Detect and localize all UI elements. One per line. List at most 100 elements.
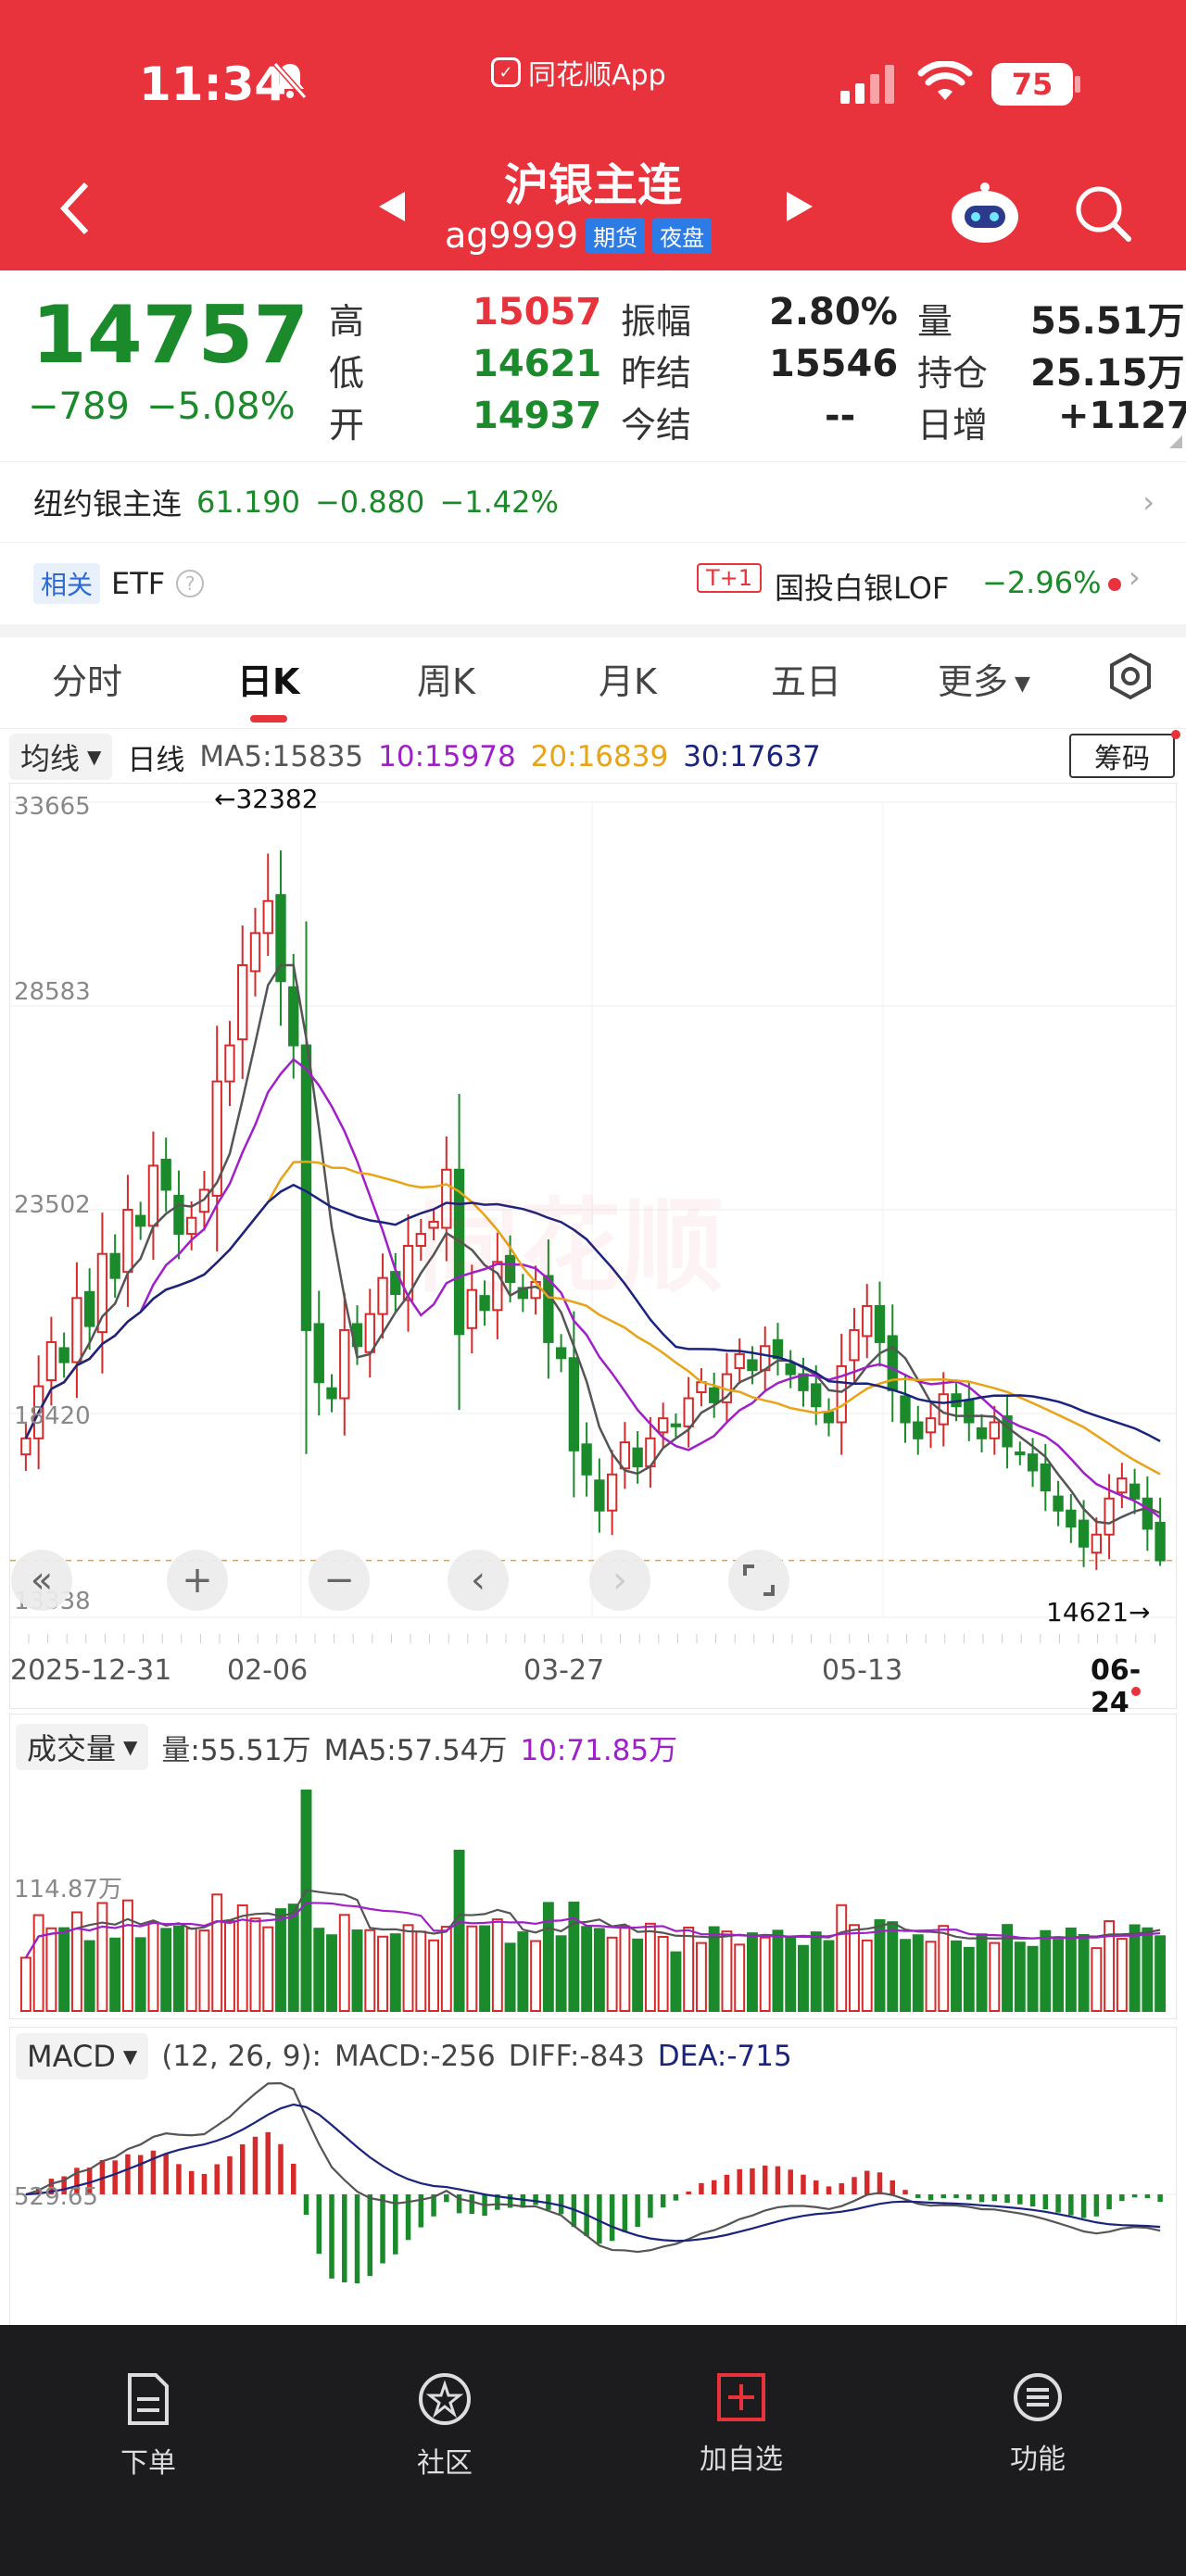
volume-bar	[912, 1934, 924, 2012]
search-icon[interactable]	[1066, 176, 1140, 250]
nav-functions-label: 功能	[1010, 2444, 1066, 2476]
back-button[interactable]	[46, 176, 102, 241]
mute-bell-icon	[269, 59, 311, 102]
volume-bar	[96, 1902, 108, 2012]
volume-bar	[172, 1925, 184, 2012]
volume-bar	[440, 1926, 452, 2012]
wifi-icon	[917, 60, 973, 107]
volume-bar	[147, 1921, 159, 2013]
open-label: 开	[329, 405, 365, 446]
settle-label: 今结	[621, 405, 692, 446]
volume-bar	[134, 1937, 146, 2012]
volume-bar	[849, 1924, 860, 2013]
volume-bar	[657, 1936, 669, 2012]
scroll-left-button[interactable]: ‹	[448, 1550, 509, 1611]
volume-label: 量	[917, 301, 953, 342]
status-time: 11:34	[139, 57, 287, 111]
chip-distribution-button[interactable]: 筹码	[1069, 734, 1175, 778]
candle-body	[657, 1417, 669, 1434]
chart-settings-icon[interactable]	[1103, 648, 1158, 704]
candle-body	[237, 963, 248, 1041]
nav-add-watchlist[interactable]: 加自选	[667, 2371, 815, 2477]
candle-body	[632, 1447, 643, 1468]
oi-increase-value: +1127	[1058, 395, 1186, 437]
expand-corner-icon[interactable]	[1169, 435, 1182, 448]
candle-body	[823, 1411, 835, 1424]
candle-body	[160, 1158, 171, 1191]
open-interest-value: 25.15万	[1030, 352, 1185, 395]
scroll-right-button[interactable]: ›	[589, 1550, 650, 1611]
fullscreen-icon[interactable]	[728, 1550, 789, 1611]
chevron-right-icon: ›	[1142, 484, 1154, 520]
tab-five-day[interactable]: 五日	[771, 653, 841, 704]
candle-body	[71, 1297, 82, 1363]
candle-body	[377, 1276, 388, 1315]
volume-bar	[989, 1941, 1001, 2012]
tab-weekly-k[interactable]: 周K	[417, 653, 475, 704]
volume-bar	[1091, 1947, 1103, 2012]
nav-community-label: 社区	[417, 2447, 473, 2480]
volume-bar	[734, 1943, 746, 2012]
robot-assistant-icon[interactable]	[945, 176, 1025, 250]
high-label: 高	[329, 301, 365, 342]
candle-body	[709, 1387, 720, 1403]
help-icon[interactable]: ?	[176, 570, 205, 597]
order-icon	[128, 2373, 169, 2425]
volume-bar	[861, 1939, 873, 2012]
candle-body	[249, 932, 261, 973]
volume-bar	[491, 1918, 503, 2013]
candle-body	[568, 1357, 580, 1451]
volume-panel[interactable]: 成交量 ▼ 量:55.51万 MA5:57.54万 10:71.85万 114.8…	[9, 1714, 1177, 2019]
price-change: −789	[28, 385, 130, 428]
volume-bar	[670, 1951, 682, 2013]
volume-bar	[874, 1919, 886, 2013]
volume-bar	[593, 1928, 605, 2012]
nav-order-label: 下单	[120, 2447, 176, 2480]
x-label-1: 02-06	[227, 1654, 309, 1687]
related-contract-row[interactable]: 纽约银主连 61.190 −0.880 −1.42% ›	[0, 461, 1186, 543]
tab-more[interactable]: 更多 ▼	[938, 653, 1030, 704]
y-label-2: 28583	[14, 978, 91, 1006]
volume-bar	[746, 1932, 758, 2012]
macd-panel[interactable]: MACD ▼ (12, 26, 9): MACD:-256 DIFF:-843 D…	[9, 2027, 1177, 2332]
candle-body	[45, 1340, 57, 1382]
volume-bars	[19, 1789, 1167, 2013]
candle-body	[20, 1437, 32, 1456]
candle-body	[862, 1304, 873, 1338]
volume-bar	[504, 1942, 516, 2012]
nav-functions[interactable]: 功能	[964, 2371, 1112, 2477]
indicator-mode-dropdown[interactable]: 均线 ▼	[9, 734, 113, 780]
active-tab-indicator	[250, 715, 287, 723]
ma5-value: MA5:15835	[199, 740, 364, 773]
chip-alert-dot	[1171, 730, 1180, 739]
nav-order[interactable]: 下单	[74, 2371, 222, 2481]
candle-body	[1053, 1495, 1064, 1512]
tab-intraday[interactable]: 分时	[52, 653, 122, 704]
zoom-in-button[interactable]: +	[167, 1550, 228, 1611]
related-contract-pct: −1.42%	[439, 484, 559, 520]
zoom-out-button[interactable]: −	[309, 1550, 370, 1611]
volume-bar	[606, 1936, 618, 2012]
etf-label: ETF	[111, 566, 166, 601]
nav-community[interactable]: 社区	[371, 2371, 519, 2481]
scroll-start-button[interactable]: «	[11, 1550, 72, 1611]
tab-monthly-k[interactable]: 月K	[599, 653, 657, 704]
tab-more-label: 更多	[938, 661, 1009, 702]
last-price: 14757	[32, 289, 309, 382]
volume-bar	[479, 1925, 491, 2012]
low-value: 14621	[473, 343, 602, 385]
latest-dot	[1131, 1687, 1141, 1696]
candle-body	[964, 1399, 975, 1424]
candle-body	[1040, 1463, 1051, 1492]
volume-bar	[364, 1929, 376, 2012]
candle-body	[747, 1359, 758, 1372]
related-etf-row[interactable]: 相关 ETF ? T+1 国投白银LOF −2.96% ›	[0, 543, 1186, 624]
next-contract-button[interactable]	[778, 185, 821, 228]
open-value: 14937	[473, 395, 602, 437]
candle-body	[606, 1473, 618, 1512]
signal-icon	[839, 63, 900, 107]
volume-bar	[925, 1941, 937, 2012]
x-label-3: 05-13	[822, 1654, 903, 1687]
tab-daily-k[interactable]: 日K	[237, 653, 299, 704]
volume-bar	[160, 1928, 172, 2012]
